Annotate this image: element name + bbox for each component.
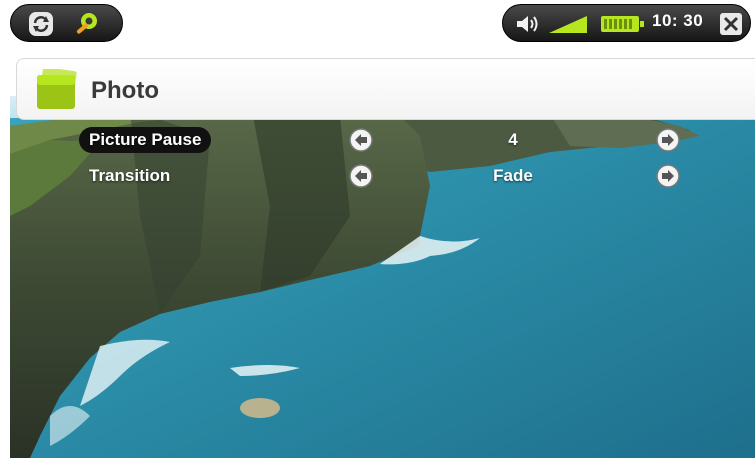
setting-label: Picture Pause bbox=[79, 127, 212, 153]
clock: 10: 30 bbox=[652, 11, 704, 30]
arrow-left-icon[interactable] bbox=[348, 127, 374, 153]
setting-label: Transition bbox=[89, 166, 171, 185]
arrow-right-icon[interactable] bbox=[655, 163, 681, 189]
photo-folder-icon bbox=[35, 67, 81, 111]
page-header: Photo bbox=[16, 58, 755, 120]
setting-value: Fade bbox=[493, 166, 533, 185]
system-status-pill bbox=[502, 4, 751, 42]
setting-value: 4 bbox=[508, 130, 518, 149]
volume-icon[interactable] bbox=[515, 13, 541, 40]
arrow-right-icon[interactable] bbox=[655, 127, 681, 153]
close-icon[interactable] bbox=[719, 12, 743, 41]
page-title: Photo bbox=[91, 77, 159, 104]
battery-icon bbox=[601, 16, 645, 37]
signal-icon bbox=[549, 14, 589, 39]
toolbar-pill bbox=[10, 4, 123, 42]
setting-row-transition[interactable]: Transition Fade bbox=[0, 162, 755, 190]
arrow-left-icon[interactable] bbox=[348, 163, 374, 189]
settings-icon[interactable] bbox=[73, 10, 101, 38]
status-bar: 10: 30 bbox=[0, 0, 755, 46]
refresh-icon[interactable] bbox=[27, 10, 55, 38]
setting-row-picture-pause[interactable]: Picture Pause 4 bbox=[0, 126, 755, 154]
